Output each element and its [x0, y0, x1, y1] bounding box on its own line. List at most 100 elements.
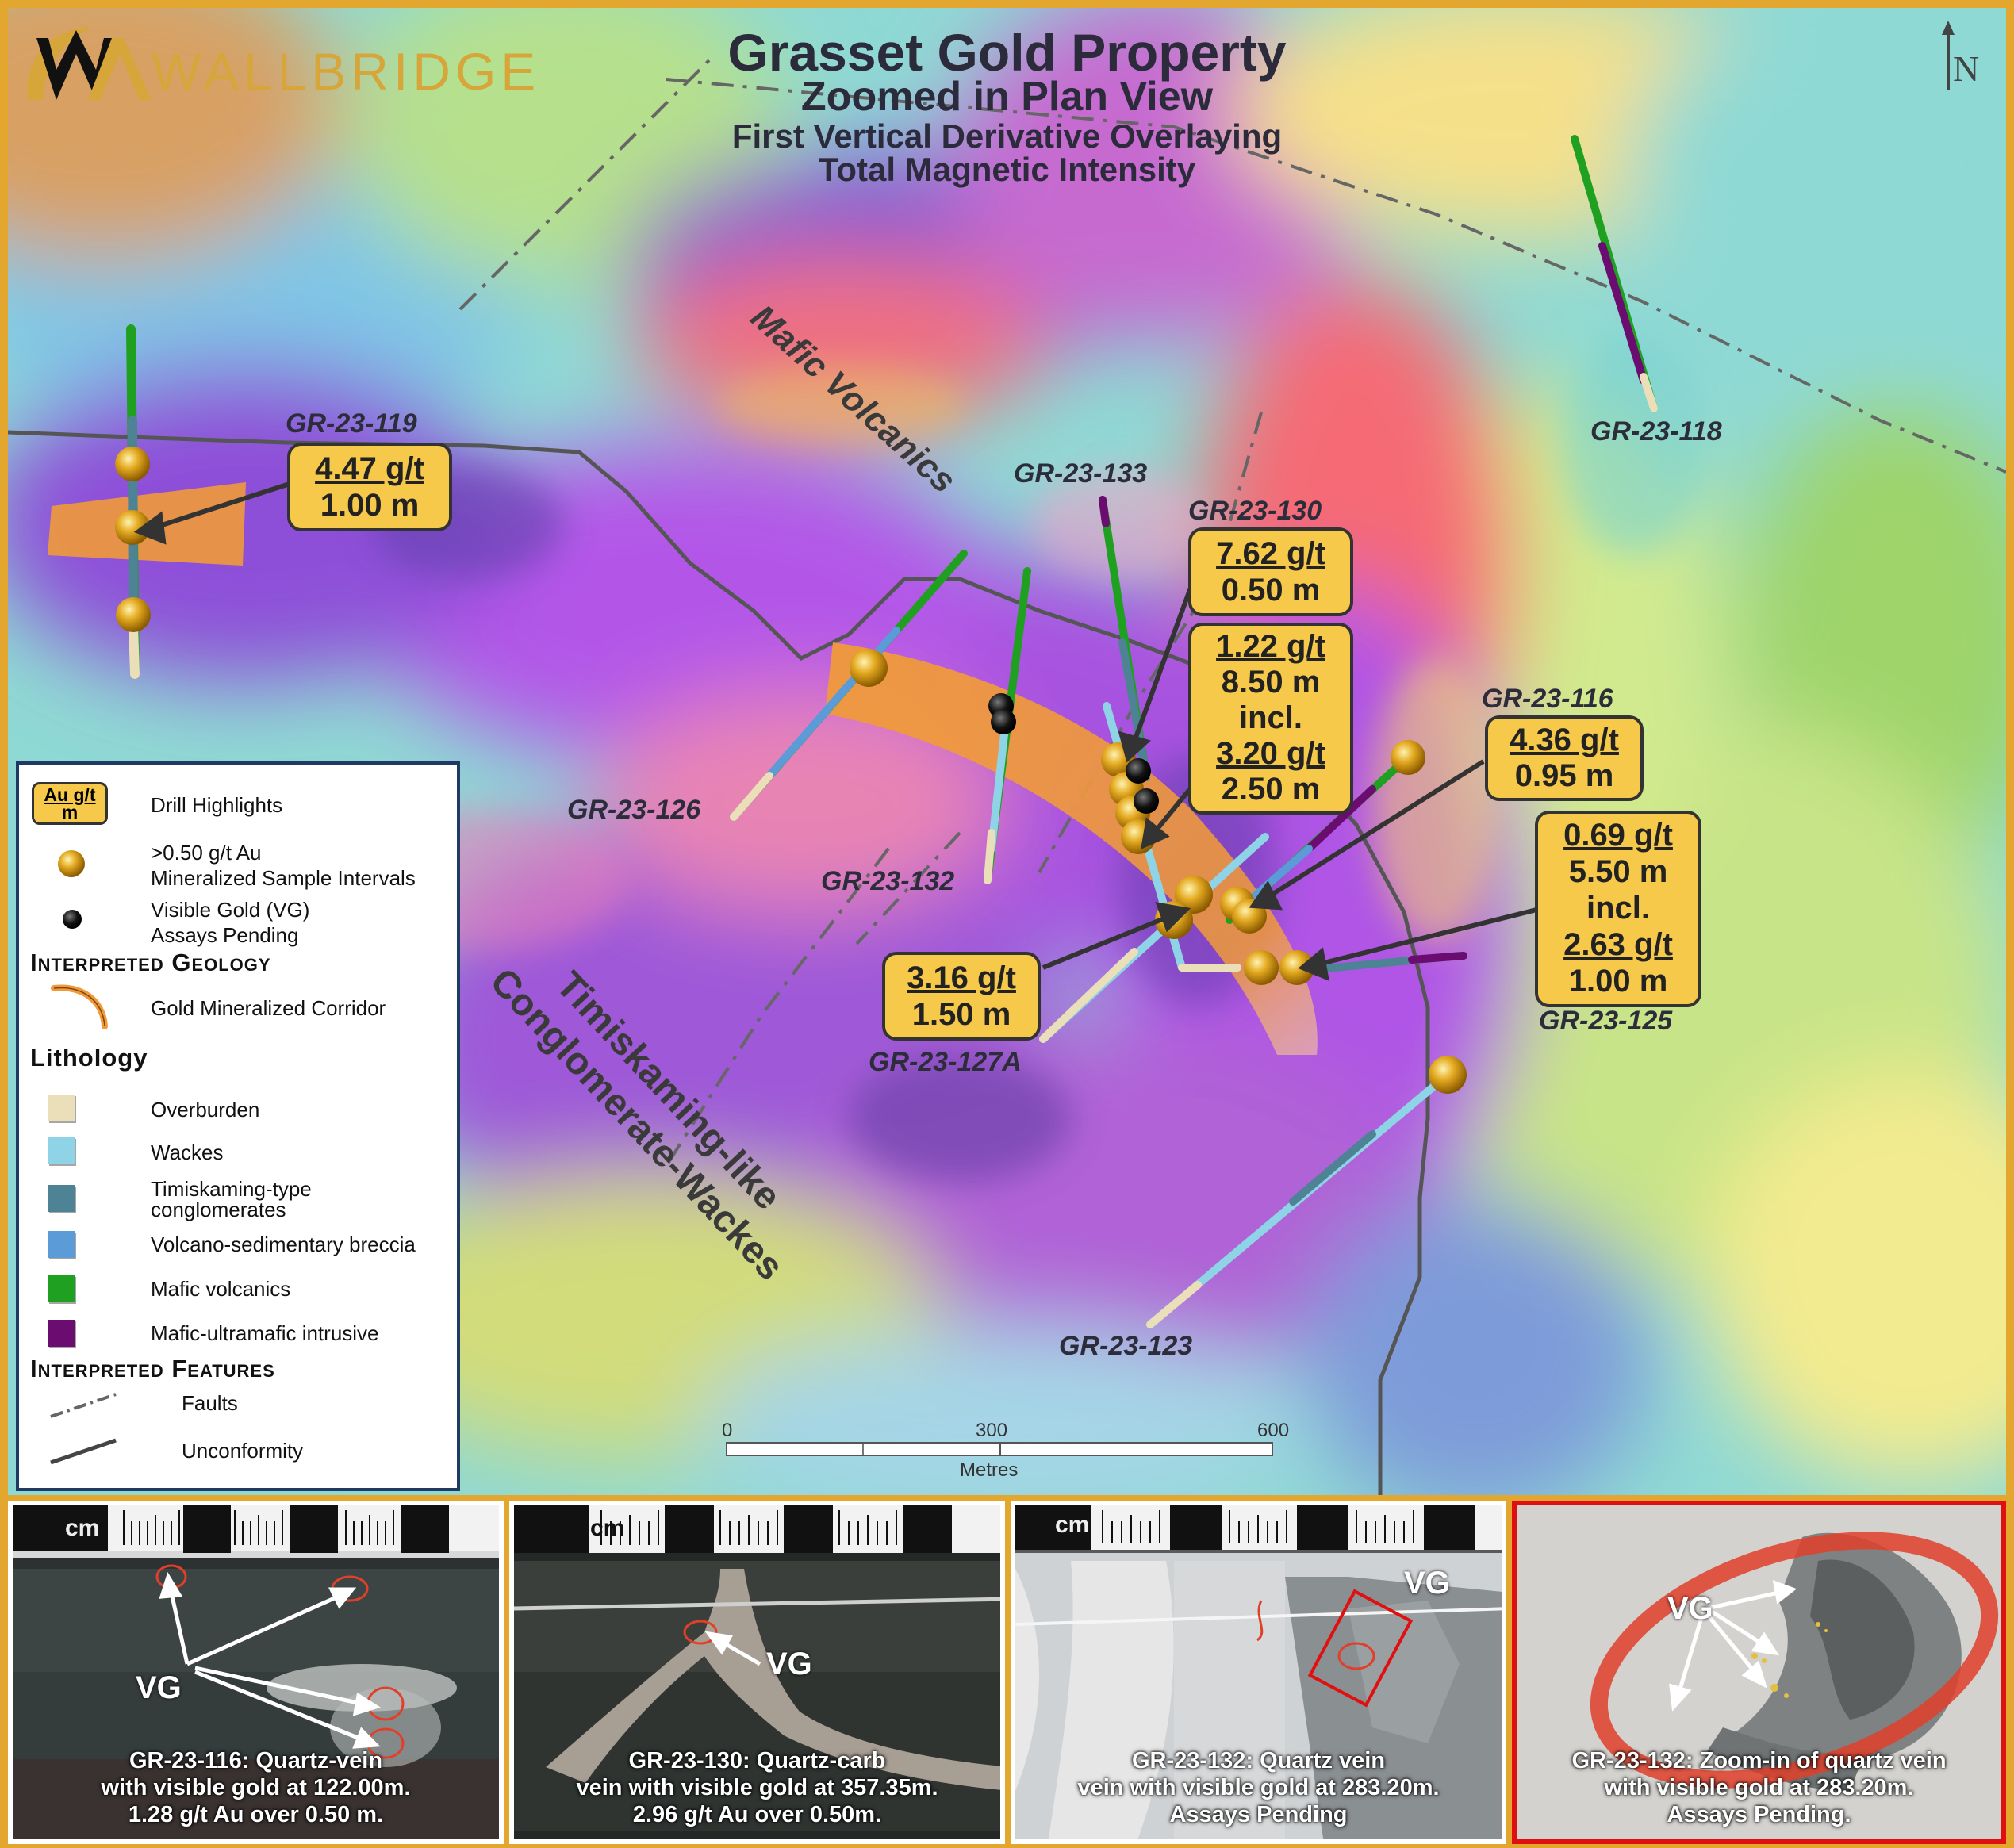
callout-gr-23-125: 0.69 g/t 5.50 m incl. 2.63 g/t 1.00 m [1535, 811, 1701, 1007]
photo-caption-line3: 1.28 g/t Au over 0.50 m. [128, 1802, 384, 1827]
map-view: WALLBRIDGE Grasset Gold Property Zoomed … [8, 8, 2006, 1495]
photo-caption-line2: with visible gold at 122.00m. [101, 1775, 411, 1800]
callout-gr-23-116: 4.36 g/t 0.95 m [1485, 715, 1644, 801]
legend-vg-line2: Assays Pending [151, 923, 299, 947]
photo-caption-line1: GR-23-132: Zoom-in of quartz vein [1571, 1748, 1947, 1773]
callout-gr-23-116-grade: 4.36 g/t [1510, 723, 1619, 757]
callout-gr-23-125-grade: 0.69 g/t [1563, 818, 1673, 853]
callout-gr-23-130-grade: 7.62 g/t [1216, 536, 1325, 571]
legend-vg-line1: Visible Gold (VG) [151, 898, 310, 922]
callout-gr-23-116-width: 0.95 m [1514, 758, 1614, 793]
hole-label-gr-23-118: GR-23-118 [1590, 416, 1722, 447]
vg-label: VG [1404, 1566, 1450, 1601]
gold-ball-icon [58, 850, 85, 877]
hole-label-gr-23-116: GR-23-116 [1482, 684, 1613, 714]
callout-gr-23-133-width2: 2.50 m [1221, 772, 1321, 807]
legend-overburden: Overburden [151, 1098, 260, 1121]
map-subtitle-line4: Total Magnetic Intensity [818, 151, 1196, 188]
legend-unconformity: Unconformity [182, 1439, 304, 1463]
scale-tick-0: 0 [722, 1420, 733, 1441]
hole-label-gr-23-123: GR-23-123 [1059, 1331, 1193, 1361]
photo-caption-line3: Assays Pending. [1667, 1802, 1851, 1827]
photo-caption-line3: Assays Pending [1169, 1802, 1348, 1827]
callout-gr-23-130-width: 0.50 m [1221, 573, 1321, 608]
callout-gr-23-133: 1.22 g/t 8.50 m incl. 3.20 g/t 2.50 m [1188, 623, 1353, 815]
legend-lithology-heading: Lithology [30, 1044, 148, 1072]
legend-mineralized-line1: >0.50 g/t Au [151, 841, 262, 865]
legend-timiskaming-line2: conglomerates [151, 1198, 286, 1221]
legend-faults: Faults [182, 1391, 238, 1415]
legend-features-heading: Interpreted Features [30, 1355, 275, 1382]
hole-label-gr-23-130: GR-23-130 [1188, 496, 1322, 526]
scale-bar: 0 300 600 Metres [722, 1420, 1289, 1483]
callout-gr-23-125-incl: incl. [1586, 891, 1651, 926]
visible-gold-icon [63, 910, 82, 929]
photo-caption-line2: with visible gold at 283.20m. [1604, 1775, 1914, 1800]
hole-label-gr-23-126: GR-23-126 [567, 795, 701, 825]
callout-gr-23-125-width2: 1.00 m [1568, 964, 1668, 999]
map-figure: WALLBRIDGE Grasset Gold Property Zoomed … [0, 0, 2014, 1848]
legend-key-bottom: m [61, 802, 79, 822]
scale-bar-graphic [726, 1442, 1273, 1456]
swatch-wackes [48, 1137, 75, 1164]
callout-gr-23-130: 7.62 g/t 0.50 m [1188, 527, 1353, 616]
callout-gr-23-127a-grade: 3.16 g/t [907, 960, 1016, 995]
scale-tick-600: 600 [1257, 1420, 1290, 1441]
callout-gr-23-127a: 3.16 g/t 1.50 m [882, 952, 1041, 1041]
core-photo-strip: cm VG GR-23-116: Quartz-vein with visibl… [8, 1501, 2006, 1844]
callout-gr-23-125-grade2: 2.63 g/t [1563, 927, 1673, 962]
legend-volcano-sedimentary: Volcano-sedimentary breccia [151, 1233, 416, 1256]
callout-gr-23-133-incl: incl. [1238, 700, 1303, 735]
map-subtitle-line3: First Vertical Derivative Overlaying [731, 117, 1283, 155]
legend-panel: Au g/t m Drill Highlights >0.50 g/t Au M… [16, 761, 460, 1491]
photo-caption: GR-23-132: Quartz vein vein with visible… [1015, 1747, 1502, 1828]
ruler-cm-label: cm [65, 1515, 100, 1541]
vg-label: VG [136, 1670, 182, 1705]
callout-gr-23-133-grade2: 3.20 g/t [1216, 736, 1325, 771]
callout-gr-23-133-grade: 1.22 g/t [1216, 629, 1325, 664]
photo-caption-line3: 2.96 g/t Au over 0.50m. [632, 1802, 882, 1827]
photo-caption-line1: GR-23-132: Quartz vein [1131, 1748, 1386, 1773]
callout-gr-23-119-grade: 4.47 g/t [315, 451, 424, 486]
legend-key-box: Au g/t m [32, 782, 108, 825]
core-photo-gr-23-130: cm VG GR-23-130: Quartz-carb vein with v… [509, 1501, 1005, 1844]
callout-gr-23-119-width: 1.00 m [320, 488, 420, 523]
core-photo-gr-23-132: cm VG GR-23-132: Quartz vein vein with v… [1011, 1501, 1506, 1844]
unconformity-line-icon [50, 1438, 117, 1465]
swatch-mafic-volcanics [48, 1275, 75, 1302]
fault-line-icon [50, 1393, 117, 1418]
scale-tick-300: 300 [976, 1420, 1008, 1441]
photo-caption-line1: GR-23-116: Quartz-vein [129, 1748, 383, 1773]
hole-label-gr-23-133: GR-23-133 [1014, 458, 1148, 489]
core-photo-gr-23-132-zoom: VG GR-23-132: Zoom-in of quartz vein wit… [1512, 1501, 2006, 1844]
map-subtitle: Zoomed in Plan View [800, 74, 1214, 120]
legend-corridor: Gold Mineralized Corridor [151, 996, 386, 1020]
scale-unit: Metres [960, 1459, 1019, 1481]
photo-caption-line2: vein with visible gold at 283.20m. [1077, 1775, 1440, 1800]
callout-gr-23-133-width: 8.50 m [1221, 665, 1321, 700]
photo-caption: GR-23-132: Zoom-in of quartz vein with v… [1517, 1747, 2001, 1828]
north-label: N [1953, 48, 1980, 89]
legend-mafic-ultramafic: Mafic-ultramafic intrusive [151, 1321, 379, 1345]
photo-caption: GR-23-116: Quartz-vein with visible gold… [13, 1747, 499, 1828]
photo-caption-line1: GR-23-130: Quartz-carb [628, 1748, 886, 1773]
hole-label-gr-23-125: GR-23-125 [1539, 1006, 1673, 1036]
hole-label-gr-23-127a: GR-23-127A [869, 1047, 1022, 1077]
core-photo-gr-23-116: cm VG GR-23-116: Quartz-vein with visibl… [8, 1501, 504, 1844]
callout-gr-23-127a-width: 1.50 m [911, 997, 1011, 1032]
swatch-overburden [48, 1095, 75, 1121]
legend-wackes: Wackes [151, 1141, 224, 1164]
legend-geology-heading: Interpreted Geology [30, 949, 271, 976]
hole-label-gr-23-132: GR-23-132 [821, 866, 955, 896]
swatch-mafic-ultramafic [48, 1320, 75, 1347]
legend-drill-highlights: Drill Highlights [151, 793, 283, 817]
hole-label-gr-23-119: GR-23-119 [286, 408, 417, 439]
photo-caption: GR-23-130: Quartz-carb vein with visible… [514, 1747, 1000, 1828]
vg-label: VG [766, 1647, 812, 1681]
callout-gr-23-125-width: 5.50 m [1568, 854, 1668, 889]
photo-caption-line2: vein with visible gold at 357.35m. [576, 1775, 938, 1800]
swatch-volcano-sedimentary-breccia [48, 1231, 75, 1258]
legend-key-top: Au g/t [44, 784, 96, 805]
vg-label: VG [1667, 1591, 1713, 1626]
callout-gr-23-119: 4.47 g/t 1.00 m [287, 443, 452, 531]
